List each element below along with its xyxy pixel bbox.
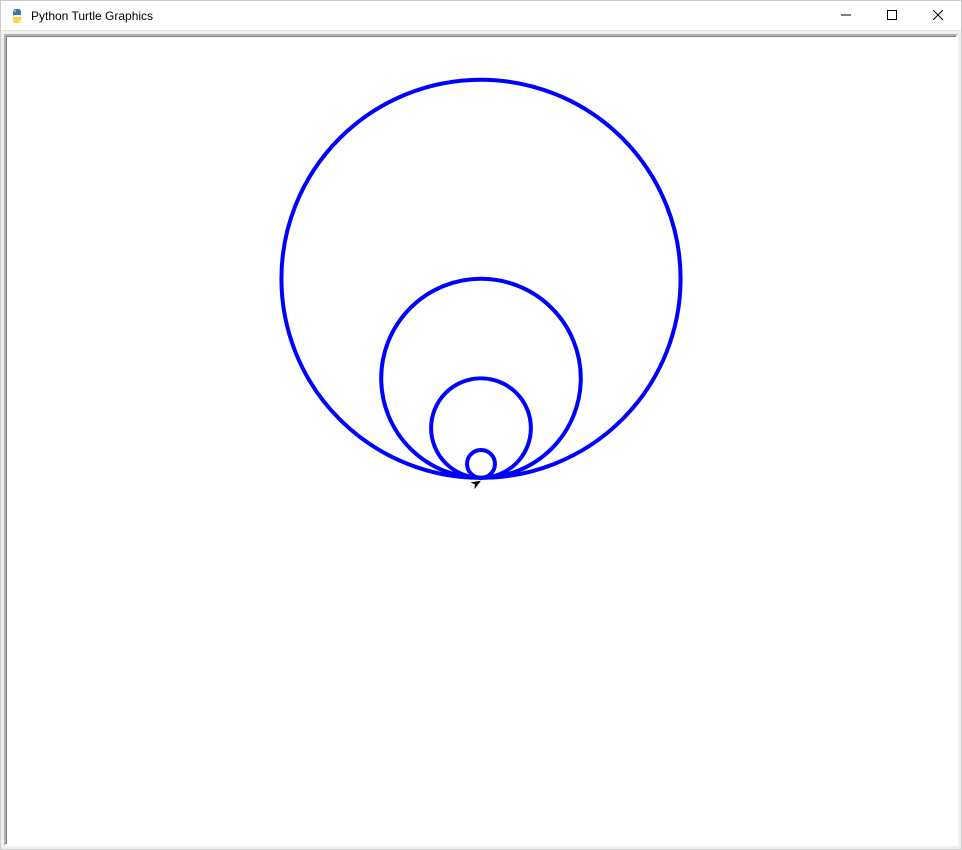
turtle-canvas-frame	[4, 34, 958, 846]
circle-r14	[467, 450, 495, 478]
minimize-button[interactable]	[823, 1, 869, 30]
circle-r50	[431, 378, 531, 478]
minimize-icon	[841, 9, 851, 22]
window-title: Python Turtle Graphics	[31, 9, 823, 23]
maximize-icon	[887, 9, 897, 22]
close-icon	[933, 9, 943, 22]
close-button[interactable]	[915, 1, 961, 30]
maximize-button[interactable]	[869, 1, 915, 30]
window-controls	[823, 1, 961, 30]
app-window: Python Turtle Graphics	[0, 0, 962, 850]
drawn-circles	[281, 80, 680, 478]
titlebar[interactable]: Python Turtle Graphics	[1, 1, 961, 31]
turtle-canvas[interactable]	[6, 36, 956, 844]
client-area	[1, 31, 961, 849]
python-icon	[9, 8, 25, 24]
